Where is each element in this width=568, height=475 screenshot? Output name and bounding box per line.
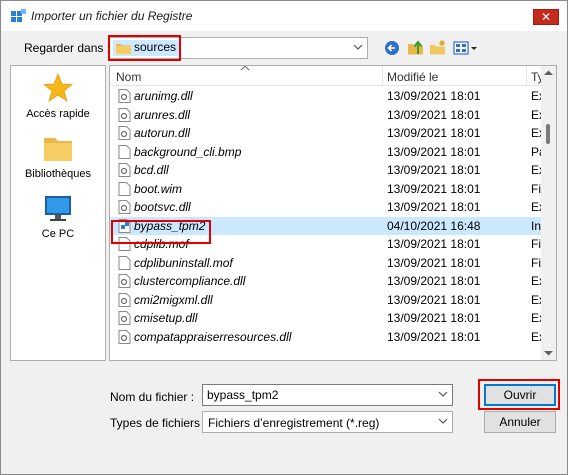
- file-name: boot.wim: [134, 181, 183, 196]
- file-modified: 13/09/2021 18:01: [387, 329, 481, 344]
- cancel-button[interactable]: Annuler: [484, 411, 556, 433]
- import-registry-dialog: Importer un fichier du Registre ✕ Regard…: [0, 0, 568, 475]
- dll-file-icon: [118, 107, 131, 122]
- chevron-down-icon: [438, 418, 448, 424]
- dll-file-icon: [118, 200, 131, 214]
- file-modified: 04/10/2021 16:48: [387, 218, 481, 233]
- vertical-scrollbar[interactable]: [541, 66, 556, 360]
- file-name: cmi2migxml.dll: [134, 292, 213, 307]
- close-icon: ✕: [540, 10, 552, 24]
- place-quick-access[interactable]: Accès rapide: [11, 72, 105, 120]
- sort-ascending-icon: [240, 66, 250, 71]
- file-row[interactable]: clustercompliance.dll 13/09/2021 18:01 Ex: [110, 272, 544, 291]
- place-label: Ce PC: [41, 228, 75, 240]
- file-name: bootsvc.dll: [134, 200, 191, 214]
- file-modified: 13/09/2021 18:01: [387, 274, 481, 288]
- look-in-label: Regarder dans :: [24, 41, 111, 55]
- file-modified: 13/09/2021 18:01: [387, 255, 481, 270]
- file-name: bcd.dll: [134, 163, 169, 177]
- file-row[interactable]: background_cli.bmp13/09/2021 18:01Pa: [110, 143, 544, 162]
- file-modified: 13/09/2021 18:01: [387, 126, 481, 140]
- file-row[interactable]: arunimg.dll 13/09/2021 18:01 Ex: [110, 87, 544, 106]
- file-modified: 13/09/2021 18:01: [387, 89, 481, 103]
- dll-file-icon: [118, 329, 131, 344]
- file-modified: 13/09/2021 18:01: [387, 237, 481, 251]
- new-folder-icon[interactable]: [427, 38, 449, 58]
- file-modified: 13/09/2021 18:01: [387, 144, 481, 159]
- file-row[interactable]: boot.wim13/09/2021 18:01Fic: [110, 180, 544, 199]
- list-header: Nom Modifié le Ty: [110, 66, 544, 86]
- filename-label: Nom du fichier :: [110, 390, 195, 404]
- filetype-label: Types de fichiers :: [110, 416, 207, 430]
- filename-combo[interactable]: [202, 384, 453, 406]
- file-row[interactable]: bootsvc.dll 13/09/2021 18:01 Ex: [110, 198, 544, 217]
- filetype-value: Fichiers d’enregistrement (*.reg): [208, 416, 380, 430]
- star-icon: [42, 72, 74, 102]
- file-row[interactable]: compatappraiserresources.dll 13/09/2021 1…: [110, 328, 544, 347]
- file-modified: 13/09/2021 18:01: [387, 292, 481, 307]
- view-menu-icon[interactable]: [451, 38, 479, 58]
- place-this-pc[interactable]: Ce PC: [11, 194, 105, 240]
- library-icon: [44, 138, 72, 161]
- computer-icon: [45, 196, 71, 221]
- scroll-down-icon[interactable]: [544, 350, 553, 356]
- file-modified: 13/09/2021 18:01: [387, 200, 481, 214]
- file-name: arunres.dll: [134, 107, 191, 122]
- file-icon: [118, 144, 131, 159]
- dll-file-icon: [118, 126, 131, 140]
- column-separator[interactable]: [382, 66, 383, 86]
- file-row[interactable]: autorun.dll 13/09/2021 18:01 Ex: [110, 124, 544, 143]
- dll-file-icon: [118, 163, 131, 177]
- file-name: arunimg.dll: [134, 89, 193, 103]
- file-list[interactable]: Nom Modifié le Ty arunimg.dll 13/09/2021 …: [109, 65, 557, 361]
- file-row[interactable]: bcd.dll 13/09/2021 18:01 Ex: [110, 161, 544, 180]
- dll-file-icon: [118, 292, 131, 307]
- file-modified: 13/09/2021 18:01: [387, 181, 481, 196]
- title-bar: Importer un fichier du Registre ✕: [1, 1, 567, 31]
- file-icon: [118, 255, 131, 270]
- annotation-highlight-bypass-file: [111, 220, 211, 244]
- column-name[interactable]: Nom: [116, 70, 141, 84]
- scroll-thumb[interactable]: [546, 124, 550, 144]
- back-icon[interactable]: [383, 38, 405, 58]
- chevron-down-icon: [353, 44, 363, 50]
- dll-file-icon: [118, 311, 131, 325]
- file-row[interactable]: cmi2migxml.dll 13/09/2021 18:01 Ex: [110, 291, 544, 310]
- registry-editor-icon: [11, 9, 26, 22]
- filename-input[interactable]: [207, 387, 427, 403]
- file-name: clustercompliance.dll: [134, 274, 246, 288]
- places-bar: Accès rapide Bibliothèques Ce PC: [10, 65, 106, 361]
- annotation-highlight-open: [478, 379, 560, 410]
- annotation-highlight-sources: [108, 35, 181, 61]
- up-folder-icon[interactable]: [405, 38, 427, 58]
- column-modified[interactable]: Modifié le: [387, 70, 438, 84]
- file-name: cdplibuninstall.mof: [134, 255, 233, 270]
- file-row[interactable]: cdplibuninstall.mof13/09/2021 18:01Fic: [110, 254, 544, 273]
- column-separator[interactable]: [526, 66, 527, 86]
- chevron-down-icon[interactable]: [438, 389, 448, 399]
- scroll-up-icon[interactable]: [544, 70, 553, 76]
- window-title: Importer un fichier du Registre: [31, 9, 193, 23]
- file-modified: 13/09/2021 18:01: [387, 311, 481, 325]
- file-modified: 13/09/2021 18:01: [387, 163, 481, 177]
- place-libraries[interactable]: Bibliothèques: [11, 134, 105, 180]
- file-rows: arunimg.dll 13/09/2021 18:01 Ex arunres.dll…: [110, 87, 544, 346]
- file-name: background_cli.bmp: [134, 144, 242, 159]
- close-button[interactable]: ✕: [533, 9, 559, 25]
- filetype-dropdown[interactable]: Fichiers d’enregistrement (*.reg): [202, 411, 453, 433]
- file-name: autorun.dll: [134, 126, 191, 140]
- file-row[interactable]: cmisetup.dll 13/09/2021 18:01 Ex: [110, 309, 544, 328]
- place-label: Accès rapide: [26, 108, 90, 120]
- file-icon: [118, 181, 131, 196]
- place-label: Bibliothèques: [24, 168, 92, 180]
- dll-file-icon: [118, 274, 131, 288]
- file-name: cmisetup.dll: [134, 311, 198, 325]
- dll-file-icon: [118, 89, 131, 103]
- file-row[interactable]: arunres.dll 13/09/2021 18:01 Ex: [110, 106, 544, 125]
- file-name: compatappraiserresources.dll: [134, 329, 292, 344]
- file-modified: 13/09/2021 18:01: [387, 107, 481, 122]
